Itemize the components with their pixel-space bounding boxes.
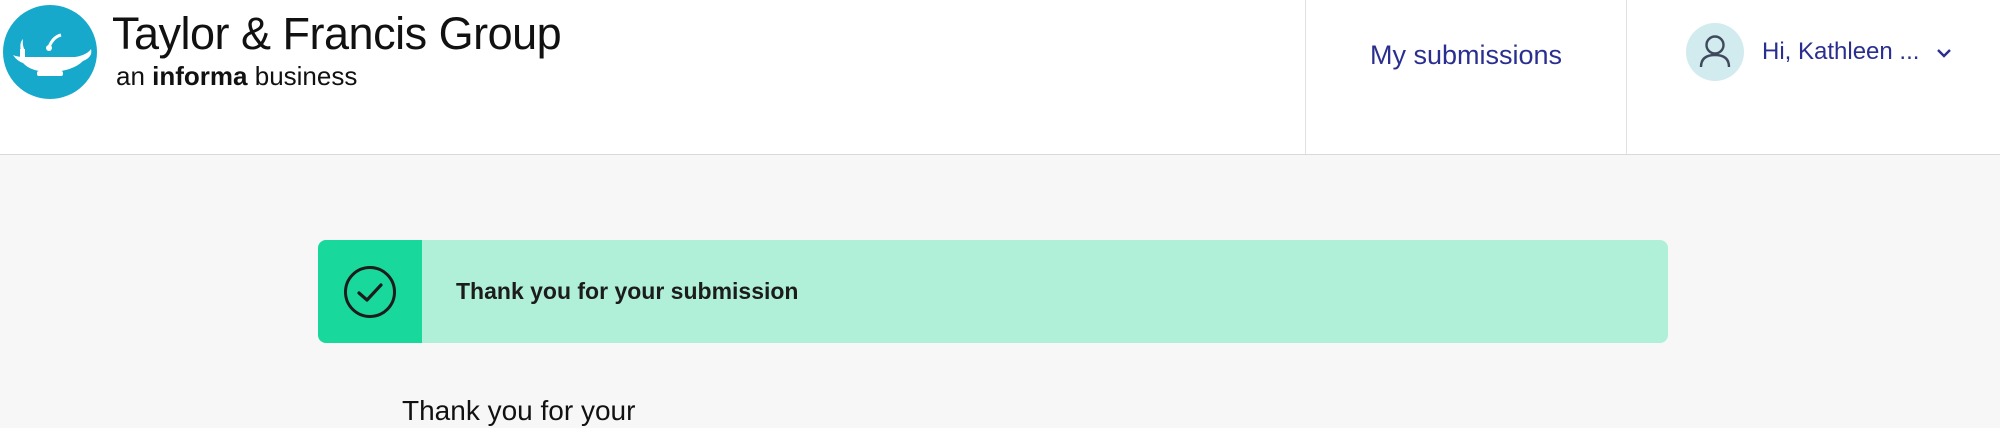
- brand-name: Taylor & Francis Group: [112, 8, 562, 59]
- oil-lamp-icon: [3, 5, 97, 99]
- alert-accent-strip: [318, 240, 422, 343]
- user-greeting: Hi, Kathleen ...: [1762, 38, 1920, 65]
- nav-divider: [1626, 0, 1627, 154]
- page-heading: Thank you for your: [402, 395, 636, 426]
- chevron-down-icon[interactable]: [1936, 46, 1952, 64]
- brand-tagline-prefix: an: [116, 61, 145, 91]
- alert-message: Thank you for your submission: [456, 278, 799, 304]
- check-circle-icon: [344, 266, 396, 318]
- site-header: Taylor & Francis Group an informa busine…: [0, 0, 2000, 155]
- success-alert: Thank you for your submission: [318, 240, 1668, 343]
- brand-tagline-suffix: business: [254, 61, 358, 91]
- brand-tagline-informa: informa: [152, 61, 248, 91]
- user-icon: [1686, 23, 1744, 81]
- user-menu[interactable]: Hi, Kathleen ...: [1628, 0, 2000, 110]
- my-submissions-link[interactable]: My submissions: [1306, 0, 1626, 110]
- taylor-francis-logo[interactable]: Taylor & Francis Group an informa busine…: [0, 0, 562, 110]
- brand-tagline: an informa business: [116, 60, 357, 92]
